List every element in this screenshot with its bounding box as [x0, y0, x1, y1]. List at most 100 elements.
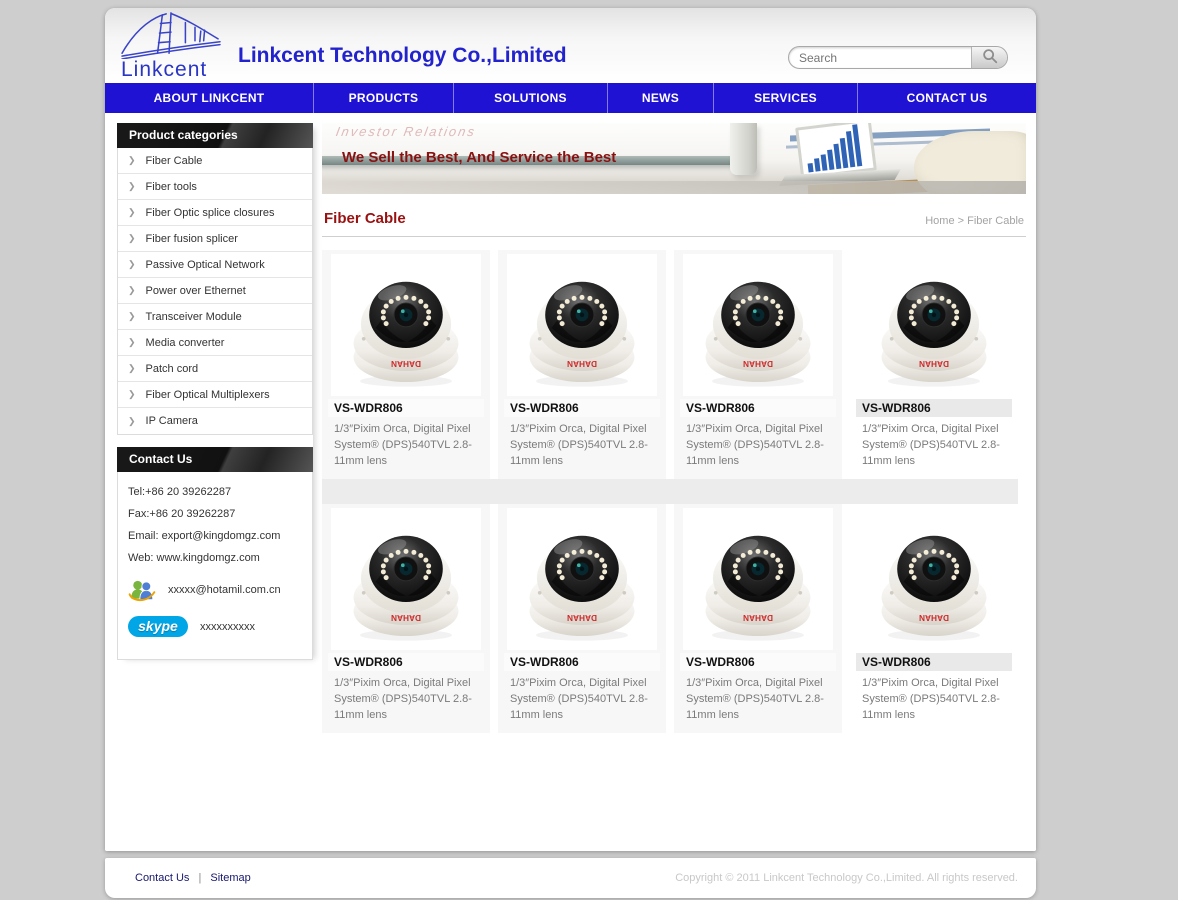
page-title: Fiber Cable	[324, 210, 406, 227]
hero-banner: Investor Relations We Sell the Best, And…	[322, 123, 1026, 194]
product-card[interactable]: DAHAN VS-WDR806 1/3″Pixim Orca, Digital …	[850, 250, 1018, 479]
search-icon	[981, 47, 999, 65]
product-name[interactable]: VS-WDR806	[680, 653, 836, 671]
sidebar-item-ip-camera[interactable]: ❯IP Camera	[118, 408, 312, 434]
dome-camera-image: DAHAN	[689, 256, 827, 394]
content-area: Product categories ❯Fiber Cable ❯Fiber t…	[105, 113, 1036, 851]
svg-text:DAHAN: DAHAN	[743, 359, 773, 368]
product-card[interactable]: DAHAN VS-WDR806 1/3″Pixim Orca, Digital …	[322, 250, 490, 479]
product-card[interactable]: DAHAN VS-WDR806 1/3″Pixim Orca, Digital …	[498, 250, 666, 479]
msn-row: xxxxx@hotamil.com.cn	[128, 576, 302, 604]
product-description: 1/3″Pixim Orca, Digital Pixel System® (D…	[686, 421, 836, 469]
sidebar-item-transceiver-module[interactable]: ❯Transceiver Module	[118, 304, 312, 330]
main-nav: ABOUT LINKCENT PRODUCTS SOLUTIONS NEWS S…	[105, 83, 1036, 113]
contact-header: Contact Us	[117, 447, 313, 472]
product-name[interactable]: VS-WDR806	[856, 399, 1012, 417]
sidebar-item-optical-multiplexers[interactable]: ❯Fiber Optical Multiplexers	[118, 382, 312, 408]
chevron-right-icon: ❯	[128, 416, 136, 427]
skype-id: xxxxxxxxxx	[200, 621, 255, 633]
page-title-row: Fiber Cable Home > Fiber Cable	[324, 210, 1024, 227]
msn-address: xxxxx@hotamil.com.cn	[168, 584, 281, 596]
main-column: Investor Relations We Sell the Best, And…	[322, 123, 1026, 733]
sidebar-item-power-over-ethernet[interactable]: ❯Power over Ethernet	[118, 278, 312, 304]
product-image[interactable]: DAHAN	[507, 254, 657, 396]
chevron-right-icon: ❯	[128, 259, 136, 270]
contact-fax: Fax:+86 20 39262287	[128, 508, 302, 520]
sidebar-item-media-converter[interactable]: ❯Media converter	[118, 330, 312, 356]
product-card[interactable]: DAHAN VS-WDR806 1/3″Pixim Orca, Digital …	[498, 504, 666, 733]
product-card[interactable]: DAHAN VS-WDR806 1/3″Pixim Orca, Digital …	[674, 250, 842, 479]
search-box	[788, 46, 1008, 69]
categories-header: Product categories	[117, 123, 313, 148]
chevron-right-icon: ❯	[128, 337, 136, 348]
sidebar-item-splice-closures[interactable]: ❯Fiber Optic splice closures	[118, 200, 312, 226]
chevron-right-icon: ❯	[128, 207, 136, 218]
sidebar-item-passive-optical-network[interactable]: ❯Passive Optical Network	[118, 252, 312, 278]
svg-text:DAHAN: DAHAN	[743, 613, 773, 622]
sidebar-item-fusion-splicer[interactable]: ❯Fiber fusion splicer	[118, 226, 312, 252]
sidebar-item-fiber-tools[interactable]: ❯Fiber tools	[118, 174, 312, 200]
product-card[interactable]: DAHAN VS-WDR806 1/3″Pixim Orca, Digital …	[674, 504, 842, 733]
dome-camera-image: DAHAN	[865, 510, 1003, 648]
product-image[interactable]: DAHAN	[859, 254, 1009, 396]
sidebar-item-fiber-cable[interactable]: ❯Fiber Cable	[118, 148, 312, 174]
nav-products[interactable]: PRODUCTS	[313, 83, 453, 113]
svg-text:DAHAN: DAHAN	[567, 613, 597, 622]
banner-watermark: Investor Relations	[335, 124, 478, 139]
svg-text:DAHAN: DAHAN	[919, 613, 949, 622]
sidebar-item-patch-cord[interactable]: ❯Patch cord	[118, 356, 312, 382]
bridge-logo-icon	[117, 11, 225, 59]
copyright-text: Copyright © 2011 Linkcent Technology Co.…	[675, 872, 1018, 884]
product-name[interactable]: VS-WDR806	[680, 399, 836, 417]
product-image[interactable]: DAHAN	[683, 508, 833, 650]
contact-email: Email: export@kingdomgz.com	[128, 530, 302, 542]
nav-news[interactable]: NEWS	[607, 83, 713, 113]
chevron-right-icon: ❯	[128, 181, 136, 192]
site-header: Linkcent Linkcent Technology Co.,Limited	[105, 8, 1036, 83]
site-wrapper: Linkcent Linkcent Technology Co.,Limited…	[105, 8, 1036, 898]
product-name[interactable]: VS-WDR806	[504, 653, 660, 671]
product-image[interactable]: DAHAN	[331, 508, 481, 650]
footer-contact-link[interactable]: Contact Us	[135, 872, 189, 884]
svg-text:DAHAN: DAHAN	[919, 359, 949, 368]
product-name[interactable]: VS-WDR806	[328, 399, 484, 417]
chevron-right-icon: ❯	[128, 233, 136, 244]
product-image[interactable]: DAHAN	[683, 254, 833, 396]
dome-camera-image: DAHAN	[689, 510, 827, 648]
msn-messenger-icon	[128, 576, 156, 604]
skype-row: skype xxxxxxxxxx	[128, 616, 302, 637]
product-row-1: DAHAN VS-WDR806 1/3″Pixim Orca, Digital …	[322, 250, 1026, 479]
product-name[interactable]: VS-WDR806	[328, 653, 484, 671]
product-card[interactable]: DAHAN VS-WDR806 1/3″Pixim Orca, Digital …	[850, 504, 1018, 733]
search-button[interactable]	[971, 47, 1007, 68]
product-row-2: DAHAN VS-WDR806 1/3″Pixim Orca, Digital …	[322, 504, 1026, 733]
product-card[interactable]: DAHAN VS-WDR806 1/3″Pixim Orca, Digital …	[322, 504, 490, 733]
chevron-right-icon: ❯	[128, 155, 136, 166]
sidebar: Product categories ❯Fiber Cable ❯Fiber t…	[117, 123, 313, 660]
contact-box: Tel:+86 20 39262287 Fax:+86 20 39262287 …	[117, 472, 313, 660]
product-image[interactable]: DAHAN	[859, 508, 1009, 650]
search-input[interactable]	[789, 47, 971, 68]
dome-camera-image: DAHAN	[337, 256, 475, 394]
breadcrumb: Home > Fiber Cable	[925, 215, 1024, 227]
product-name[interactable]: VS-WDR806	[856, 653, 1012, 671]
dome-camera-image: DAHAN	[513, 510, 651, 648]
product-image[interactable]: DAHAN	[507, 508, 657, 650]
row-gap	[322, 479, 1018, 504]
nav-contact[interactable]: CONTACT US	[857, 83, 1036, 113]
product-description: 1/3″Pixim Orca, Digital Pixel System® (D…	[334, 675, 484, 723]
footer-sitemap-link[interactable]: Sitemap	[210, 872, 250, 884]
footer-link-separator: |	[198, 872, 201, 884]
company-title: Linkcent Technology Co.,Limited	[238, 44, 567, 68]
company-logo[interactable]: Linkcent	[117, 11, 227, 81]
nav-about[interactable]: ABOUT LINKCENT	[105, 83, 313, 113]
nav-solutions[interactable]: SOLUTIONS	[453, 83, 607, 113]
nav-services[interactable]: SERVICES	[713, 83, 857, 113]
product-name[interactable]: VS-WDR806	[504, 399, 660, 417]
breadcrumb-home[interactable]: Home	[925, 215, 954, 227]
product-image[interactable]: DAHAN	[331, 254, 481, 396]
logo-wordmark: Linkcent	[117, 58, 227, 82]
product-description: 1/3″Pixim Orca, Digital Pixel System® (D…	[862, 421, 1012, 469]
product-description: 1/3″Pixim Orca, Digital Pixel System® (D…	[334, 421, 484, 469]
banner-slogan: We Sell the Best, And Service the Best	[342, 149, 616, 166]
